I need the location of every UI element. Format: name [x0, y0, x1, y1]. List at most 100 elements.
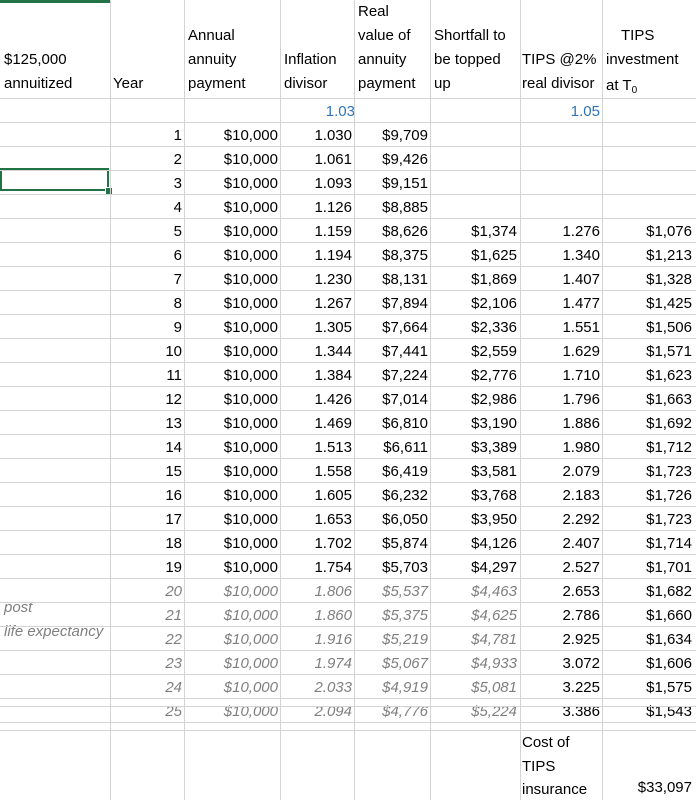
year-cell[interactable]: 24 — [112, 676, 182, 700]
tips-divisor-cell[interactable]: 1.340 — [522, 244, 600, 268]
real-value-cell[interactable]: $7,441 — [356, 340, 428, 364]
tips-investment-cell[interactable]: $1,575 — [604, 676, 692, 700]
payment-cell[interactable]: $10,000 — [186, 436, 278, 460]
payment-cell[interactable]: $10,000 — [186, 316, 278, 340]
real-value-cell[interactable]: $6,050 — [356, 508, 428, 532]
header-annuitized[interactable]: annuitized — [4, 72, 72, 96]
shortfall-cell[interactable] — [432, 148, 517, 172]
payment-cell[interactable]: $10,000 — [186, 364, 278, 388]
tips-divisor-cell[interactable]: 3.225 — [522, 676, 600, 700]
year-cell[interactable]: 2 — [112, 148, 182, 172]
inflation-divisor-cell[interactable]: 1.558 — [282, 460, 352, 484]
payment-cell[interactable]: $10,000 — [186, 124, 278, 148]
tips-divisor-cell[interactable]: 1.796 — [522, 388, 600, 412]
header-shortfall[interactable]: Shortfall to — [434, 24, 506, 48]
real-value-cell[interactable]: $8,885 — [356, 196, 428, 220]
shortfall-cell[interactable] — [432, 124, 517, 148]
real-value-cell[interactable]: $7,894 — [356, 292, 428, 316]
tips-investment-cell[interactable]: $1,692 — [604, 412, 692, 436]
shortfall-cell[interactable]: $4,933 — [432, 652, 517, 676]
year-cell[interactable]: 4 — [112, 196, 182, 220]
inflation-divisor-cell[interactable]: 1.513 — [282, 436, 352, 460]
footer-cost-of[interactable]: Cost of — [522, 731, 570, 755]
tips-investment-cell[interactable]: $1,663 — [604, 388, 692, 412]
inflation-divisor-cell[interactable]: 1.230 — [282, 268, 352, 292]
inflation-divisor-cell[interactable]: 1.653 — [282, 508, 352, 532]
footer-insurance[interactable]: insurance — [522, 778, 587, 802]
shortfall-cell[interactable]: $2,559 — [432, 340, 517, 364]
year-cell[interactable]: 3 — [112, 172, 182, 196]
tips-divisor-cell[interactable]: 3.072 — [522, 652, 600, 676]
year-cell[interactable]: 15 — [112, 460, 182, 484]
tips-divisor-cell[interactable]: 1.276 — [522, 220, 600, 244]
real-value-cell[interactable]: $5,703 — [356, 556, 428, 580]
real-value-cell[interactable]: $9,151 — [356, 172, 428, 196]
tips-investment-cell[interactable]: $1,701 — [604, 556, 692, 580]
inflation-divisor-cell[interactable]: 1.469 — [282, 412, 352, 436]
inflation-divisor-cell[interactable]: 1.030 — [282, 124, 352, 148]
payment-cell[interactable]: $10,000 — [186, 580, 278, 604]
shortfall-cell[interactable]: $3,768 — [432, 484, 517, 508]
note-life-expectancy[interactable]: life expectancy — [4, 620, 114, 644]
shortfall-cell[interactable]: $4,463 — [432, 580, 517, 604]
header-real-3[interactable]: annuity — [358, 48, 406, 72]
tips-investment-cell[interactable]: $1,623 — [604, 364, 692, 388]
shortfall-cell[interactable]: $1,869 — [432, 268, 517, 292]
real-value-cell[interactable]: $9,426 — [356, 148, 428, 172]
payment-cell[interactable]: $10,000 — [186, 220, 278, 244]
tips-divisor-cell[interactable]: 1.477 — [522, 292, 600, 316]
spreadsheet-grid[interactable]: $125,000 annuitized Year Annual annuity … — [0, 0, 696, 800]
year-cell[interactable]: 10 — [112, 340, 182, 364]
tips-investment-cell[interactable]: $1,726 — [604, 484, 692, 508]
note-post[interactable]: post — [4, 596, 114, 620]
header-shortfall-3[interactable]: up — [434, 72, 451, 96]
year-cell[interactable]: 6 — [112, 244, 182, 268]
inflation-divisor-cell[interactable]: 1.126 — [282, 196, 352, 220]
real-value-cell[interactable]: $8,626 — [356, 220, 428, 244]
inflation-divisor-cell[interactable]: 1.806 — [282, 580, 352, 604]
tips-investment-cell[interactable]: $1,723 — [604, 460, 692, 484]
header-shortfall-2[interactable]: be topped — [434, 48, 501, 72]
year-cell[interactable]: 13 — [112, 412, 182, 436]
shortfall-cell[interactable] — [432, 172, 517, 196]
payment-cell[interactable]: $10,000 — [186, 388, 278, 412]
year-cell[interactable]: 8 — [112, 292, 182, 316]
payment-cell[interactable]: $10,000 — [186, 148, 278, 172]
active-cell-selection[interactable] — [0, 168, 109, 191]
year-cell[interactable]: 21 — [112, 604, 182, 628]
year-cell[interactable]: 1 — [112, 124, 182, 148]
year-cell[interactable]: 12 — [112, 388, 182, 412]
real-value-cell[interactable]: $4,919 — [356, 676, 428, 700]
inflation-divisor-cell[interactable]: 1.754 — [282, 556, 352, 580]
inflation-divisor-cell[interactable]: 1.093 — [282, 172, 352, 196]
tips-divisor-cell[interactable]: 3.386 — [522, 700, 600, 724]
real-value-cell[interactable]: $4,776 — [356, 700, 428, 724]
real-value-cell[interactable]: $9,709 — [356, 124, 428, 148]
tips-investment-cell[interactable]: $1,425 — [604, 292, 692, 316]
tips-divisor-cell[interactable]: 2.079 — [522, 460, 600, 484]
tips-divisor-cell[interactable]: 2.407 — [522, 532, 600, 556]
real-value-cell[interactable]: $5,219 — [356, 628, 428, 652]
payment-cell[interactable]: $10,000 — [186, 244, 278, 268]
header-real-4[interactable]: payment — [358, 72, 416, 96]
shortfall-cell[interactable]: $4,126 — [432, 532, 517, 556]
header-real-2[interactable]: value of — [358, 24, 411, 48]
payment-cell[interactable]: $10,000 — [186, 460, 278, 484]
header-year[interactable]: Year — [113, 72, 143, 96]
shortfall-cell[interactable]: $1,374 — [432, 220, 517, 244]
payment-cell[interactable]: $10,000 — [186, 172, 278, 196]
header-inflation-2[interactable]: divisor — [284, 72, 327, 96]
tips-investment-cell[interactable]: $1,571 — [604, 340, 692, 364]
real-value-cell[interactable]: $8,375 — [356, 244, 428, 268]
real-value-cell[interactable]: $7,224 — [356, 364, 428, 388]
payment-cell[interactable]: $10,000 — [186, 196, 278, 220]
shortfall-cell[interactable]: $3,581 — [432, 460, 517, 484]
inflation-divisor-cell[interactable]: 1.605 — [282, 484, 352, 508]
inflation-divisor-cell[interactable]: 1.267 — [282, 292, 352, 316]
tips-divisor-cell[interactable]: 2.653 — [522, 580, 600, 604]
tips-divisor-cell[interactable] — [522, 172, 600, 196]
real-value-cell[interactable]: $8,131 — [356, 268, 428, 292]
tips-divisor-cell[interactable]: 2.183 — [522, 484, 600, 508]
tips-divisor-cell[interactable]: 1.407 — [522, 268, 600, 292]
tips-divisor-cell[interactable]: 1.551 — [522, 316, 600, 340]
